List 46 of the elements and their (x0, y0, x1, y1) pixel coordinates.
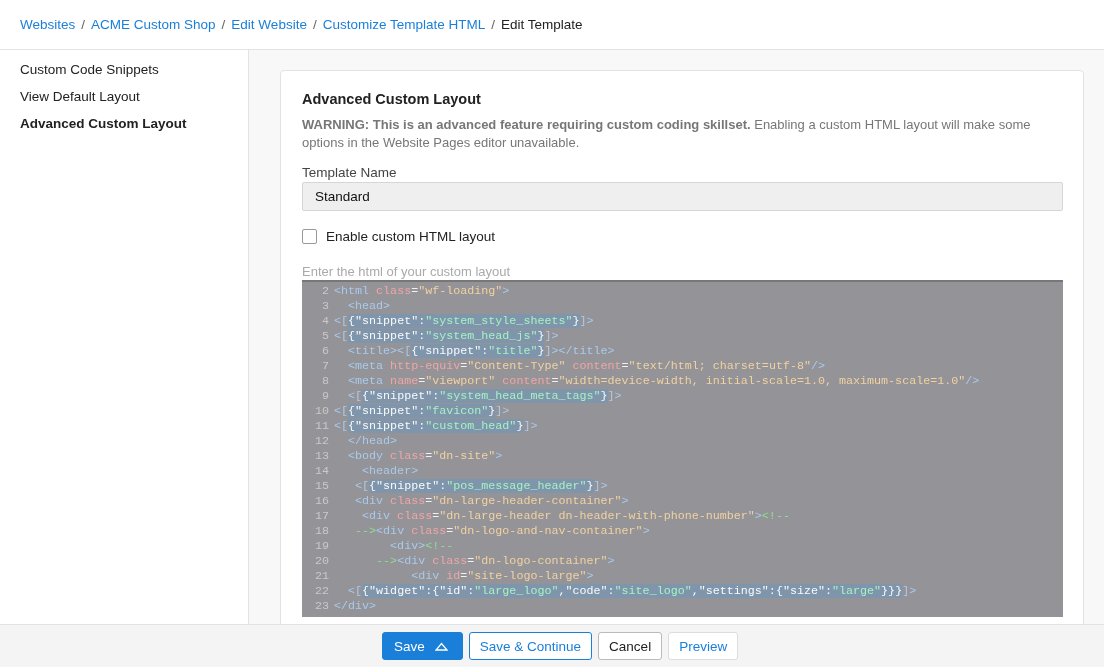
code-line: <head> (347, 299, 391, 314)
template-name-field[interactable]: Standard (302, 182, 1063, 211)
breadcrumb-separator: / (491, 17, 495, 32)
checkbox[interactable] (302, 229, 317, 244)
warning-text: WARNING: This is an advanced feature requiring custom coding skillset. Enabling a custom HTML layout will make some options in the Website Pages editor unavailable. (302, 116, 1032, 152)
code-line: <body class="dn-site"> (347, 449, 503, 464)
code-line: --><div class="dn-logo-and-nav-container"> (354, 524, 650, 539)
code-line: <meta http-equiv="Content-Type" content="text/html; charset=utf-8"/> (347, 359, 825, 374)
sidebar-item[interactable]: View Default Layout (20, 89, 248, 116)
code-line: </head> (347, 434, 398, 449)
code-line: <[{"snippet":"system_head_js"}]> (334, 329, 559, 344)
sidebar-item[interactable]: Advanced Custom Layout (20, 116, 248, 143)
field-label: Template Name (302, 165, 398, 180)
code-line: <div id="site-logo-large"> (410, 569, 594, 584)
code-line: <[{"snippet":"favicon"}]> (334, 404, 510, 419)
code-line: <title><[{"snippet":"title"}]></title> (347, 344, 615, 359)
footer-button[interactable]: Cancel (598, 632, 663, 660)
code-line: <div class="dn-large-header dn-header-with-phone-number"><!-- (361, 509, 790, 524)
footer-button[interactable]: Save & Continue (468, 632, 593, 660)
breadcrumb-separator: / (221, 17, 226, 32)
checkbox-label: Enable custom HTML layout (326, 229, 496, 244)
code-line: <html class="wf-loading"> (334, 284, 510, 299)
code-line: <[{"snippet":"custom_head"}]> (334, 419, 538, 434)
caret-up-icon (434, 641, 448, 651)
breadcrumb-separator: / (312, 17, 317, 32)
breadcrumb-link[interactable]: ACME Custom Shop (91, 17, 216, 32)
code-line: <meta name="viewport" content="width=device-width, initial-scale=1.0, maximum-scale=1.0"/> (347, 374, 980, 389)
code-line: --><div class="dn-logo-container"> (375, 554, 615, 569)
code-line: <div><!-- (389, 539, 454, 554)
code-editor[interactable] (302, 282, 1063, 617)
code-line: <[{"snippet":"system_style_sheets"}]> (334, 314, 594, 329)
sidebar-item[interactable]: Custom Code Snippets (20, 62, 248, 89)
footer-button[interactable]: Save (382, 632, 463, 660)
breadcrumb-link[interactable]: Websites (20, 17, 76, 32)
section-title: Advanced Custom Layout (302, 91, 482, 107)
code-line: <div class="dn-large-header-container"> (354, 494, 629, 509)
preview-button[interactable]: Preview (668, 632, 739, 660)
code-line: <[{"snippet":"pos_message_header"}]> (354, 479, 608, 494)
breadcrumb-separator: / (81, 17, 86, 32)
breadcrumb-link[interactable]: Customize Template HTML (322, 17, 486, 32)
code-line: <[{"snippet":"system_head_meta_tags"}]> (347, 389, 622, 404)
code-line: <[{"widget":{"id":"large_logo","code":"site_logo","settings":{"size":"large"}}}]> (347, 584, 917, 599)
code-line: <header> (361, 464, 419, 479)
breadcrumb-link[interactable]: Edit Website (231, 17, 307, 32)
code-line: </div> (334, 599, 377, 614)
breadcrumb-current: Edit Template (501, 17, 583, 32)
